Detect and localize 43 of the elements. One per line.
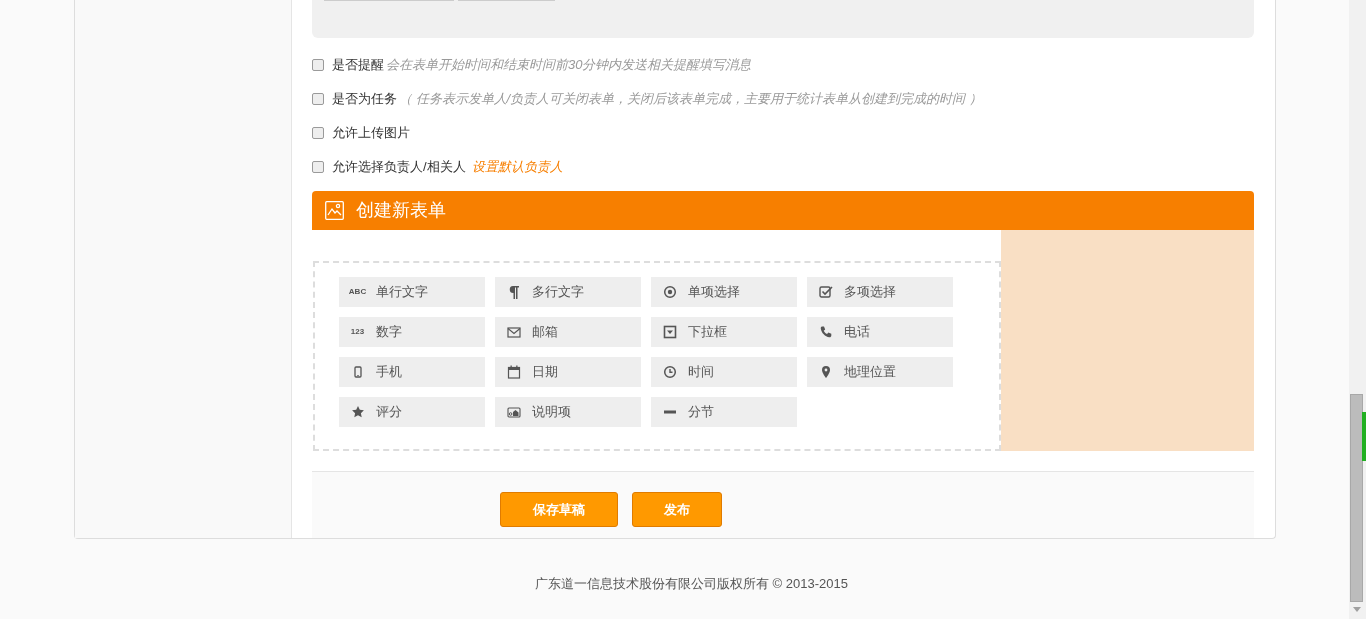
scroll-down-icon[interactable] [1353, 607, 1361, 612]
option-hint: 会在表单开始时间和结束时间前30分钟内发送相关提醒填写消息 [386, 55, 752, 74]
field-type-item[interactable]: 地理位置 [807, 357, 953, 387]
checkbox[interactable] [312, 126, 324, 139]
option-label: 是否为任务 [332, 89, 397, 108]
checkbox[interactable] [312, 160, 324, 173]
field-type-item[interactable]: 日期 [495, 357, 641, 387]
field-type-item[interactable]: 123 数字 [339, 317, 485, 347]
field-type-abbr-label: 123 [350, 326, 365, 338]
calendar-icon [506, 365, 521, 379]
phone-icon [818, 325, 833, 339]
field-type-item[interactable]: 分节 [651, 397, 797, 427]
picture-icon [325, 200, 344, 220]
option-hint: （ 任务表示发单人/负责人可关闭表单，关闭后该表单完成，主要用于统计表单从创建到完成的时间 ） [399, 89, 982, 108]
field-type-item[interactable]: 多项选择 [807, 277, 953, 307]
option-label: 允许上传图片 [332, 123, 410, 142]
copyright-text: 广东道一信息技术股份有限公司版权所有 © 2013-2015 [535, 575, 848, 593]
radio-button-icon [662, 285, 677, 299]
field-type-item[interactable]: 电话 [807, 317, 953, 347]
field-type-item[interactable]: 时间 [651, 357, 797, 387]
option-label: 允许选择负责人/相关人 [332, 157, 466, 176]
scrollbar[interactable] [1349, 0, 1366, 619]
image-icon [506, 405, 521, 419]
field-type-abbr-label: ABC [348, 286, 367, 298]
field-type-item[interactable]: 手机 [339, 357, 485, 387]
field-type-item[interactable]: 说明项 [495, 397, 641, 427]
field-type-item[interactable]: 评分 [339, 397, 485, 427]
field-type-item[interactable]: 多行文字 [495, 277, 641, 307]
field-type-item[interactable]: ABC 单行文字 [339, 277, 485, 307]
scrollbar-thumb[interactable] [1350, 394, 1363, 602]
option-label: 是否提醒 [332, 55, 384, 74]
field-type-item[interactable]: 下拉框 [651, 317, 797, 347]
checkbox[interactable] [312, 58, 324, 71]
field-type-item[interactable]: 单项选择 [651, 277, 797, 307]
clock-icon [662, 365, 677, 379]
checkbox-icon [818, 285, 833, 299]
checkbox[interactable] [312, 92, 324, 105]
field-type-item[interactable]: 邮箱 [495, 317, 641, 347]
scroll-marker [1362, 412, 1366, 461]
star-icon [350, 405, 365, 419]
form-builder-title: 创建新表单 [356, 198, 446, 222]
envelope-icon [506, 325, 521, 339]
dropdown-icon [662, 325, 677, 339]
